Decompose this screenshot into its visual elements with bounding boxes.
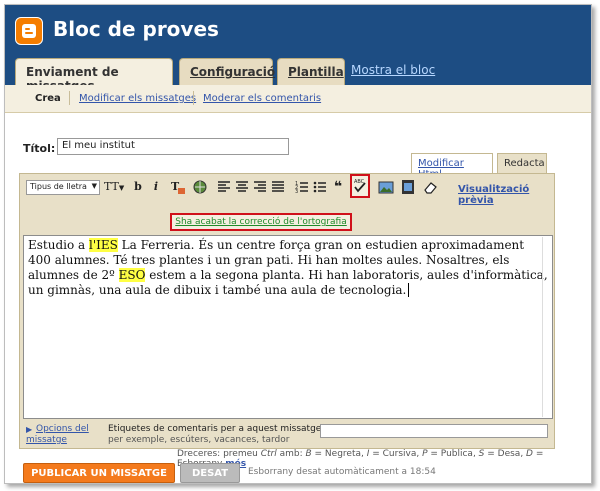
labels-field-hint: per exemple, escúters, vacances, tardor — [108, 435, 290, 445]
shortcut-key: D — [526, 449, 533, 459]
header-bar: Bloc de proves Enviament de missatges Co… — [5, 5, 591, 93]
shortcut-text: = Publica, — [427, 449, 479, 459]
bullet-list-icon — [313, 181, 326, 193]
post-options-label: Opcions del missatge — [26, 424, 89, 445]
image-icon — [378, 181, 394, 194]
editor-container: Tipus de lletra ▼ TT▼ b i T 1 2 3 ❝ ABC … — [19, 173, 555, 449]
italic-button[interactable]: i — [148, 179, 164, 195]
post-title-label: Títol: — [23, 142, 56, 155]
font-family-select-value: Tipus de lletra — [30, 182, 87, 191]
tab-settings[interactable]: Configuració — [179, 58, 276, 85]
insert-image-button[interactable] — [378, 179, 394, 195]
bullet-list-button[interactable] — [312, 179, 328, 195]
post-options-row: ▶ Opcions del missatge Etiquetes de come… — [20, 421, 554, 449]
spellcheck-icon: ABC — [354, 179, 366, 193]
view-blog-link[interactable]: Mostra el bloc — [351, 63, 435, 77]
labels-input[interactable] — [320, 424, 548, 438]
globe-link-icon — [193, 180, 207, 194]
tab-edit-html[interactable]: Modificar Html — [411, 153, 493, 180]
font-family-select[interactable]: Tipus de lletra ▼ — [26, 180, 100, 195]
numbered-list-icon: 123 — [295, 181, 308, 195]
publish-post-button[interactable]: PUBLICAR UN MISSATGE — [23, 463, 175, 483]
remove-formatting-button[interactable] — [422, 179, 438, 195]
text-caret — [408, 283, 410, 297]
spellcheck-complete-message[interactable]: Sha acabat la correcció de l'ortografia — [170, 213, 352, 231]
post-body-editor[interactable]: Estudio a l'IES La Ferreria. És un centr… — [23, 235, 553, 419]
labels-field-label: Etiquetes de comentaris per a aquest mis… — [108, 424, 325, 434]
video-icon — [402, 180, 414, 194]
svg-text:3: 3 — [295, 189, 298, 195]
align-right-button[interactable] — [252, 179, 268, 195]
align-center-button[interactable] — [234, 179, 250, 195]
font-size-button-label: TT — [104, 180, 119, 193]
justify-button[interactable] — [270, 179, 286, 195]
justify-icon — [272, 181, 284, 192]
blogger-window: Bloc de proves Enviament de missatges Co… — [4, 4, 592, 484]
quote-icon: ❝ — [333, 179, 343, 195]
editor-toolbar: Tipus de lletra ▼ TT▼ b i T 1 2 3 ❝ ABC … — [20, 174, 554, 206]
shortcut-key: Ctrl — [260, 449, 277, 459]
expand-arrow-icon: ▶ — [26, 425, 33, 434]
spelling-flag[interactable]: ESO — [118, 268, 146, 282]
shortcut-text: Dreceres: premeu — [177, 449, 261, 459]
text-color-icon: T — [171, 180, 185, 194]
tab-posting[interactable]: Enviament de missatges — [15, 58, 173, 93]
dropdown-arrow-icon: ▼ — [118, 184, 125, 192]
tab-settings-label: Configuració — [190, 65, 276, 79]
tab-template[interactable]: Plantilla — [277, 58, 345, 85]
tab-template-label: Plantilla — [288, 65, 344, 79]
shortcut-text: amb: — [276, 449, 306, 459]
dropdown-arrow-icon: ▼ — [91, 182, 97, 190]
align-center-icon — [236, 181, 248, 192]
shortcut-text: = Desa, — [484, 449, 527, 459]
blog-title[interactable]: Bloc de proves — [53, 17, 219, 41]
align-right-icon — [254, 181, 266, 192]
subnav-create[interactable]: Crea — [35, 93, 61, 104]
post-options-toggle[interactable]: ▶ Opcions del missatge — [26, 424, 102, 446]
subnav-divider — [193, 91, 194, 105]
post-title-input[interactable]: El meu institut — [57, 138, 289, 155]
subnav-divider — [69, 91, 70, 105]
eraser-icon — [424, 182, 437, 194]
body-text: Estudio a — [28, 238, 89, 252]
bold-button[interactable]: b — [130, 179, 146, 195]
blogger-logo-icon[interactable] — [15, 17, 43, 45]
blockquote-button[interactable]: ❝ — [330, 179, 346, 195]
autosave-status: Esborrany desat automàticament a 18:54 — [248, 467, 436, 477]
subnav-edit-posts[interactable]: Modificar els missatges — [79, 93, 196, 104]
align-left-icon — [218, 181, 230, 192]
editor-scrollbar[interactable] — [542, 237, 551, 417]
shortcut-text: = Cursiva, — [369, 449, 423, 459]
sub-navigation: Crea Modificar els missatges Moderar els… — [5, 85, 591, 113]
link-button[interactable] — [192, 179, 208, 195]
shortcut-text: = Negreta, — [311, 449, 367, 459]
blogger-b-icon — [22, 24, 36, 38]
preview-link[interactable]: Visualització prèvia — [458, 184, 554, 206]
spellcheck-button[interactable]: ABC — [350, 174, 370, 198]
insert-video-button[interactable] — [400, 179, 416, 195]
text-color-button[interactable]: T — [170, 179, 186, 195]
save-draft-button[interactable]: DESAT — [180, 463, 240, 483]
spelling-flag[interactable]: l'IES — [89, 238, 118, 252]
align-left-button[interactable] — [216, 179, 232, 195]
subnav-moderate-comments[interactable]: Moderar els comentaris — [203, 93, 321, 104]
font-size-button[interactable]: TT▼ — [104, 179, 124, 195]
numbered-list-button[interactable]: 123 — [294, 179, 310, 195]
tab-compose[interactable]: Redacta — [497, 153, 547, 174]
